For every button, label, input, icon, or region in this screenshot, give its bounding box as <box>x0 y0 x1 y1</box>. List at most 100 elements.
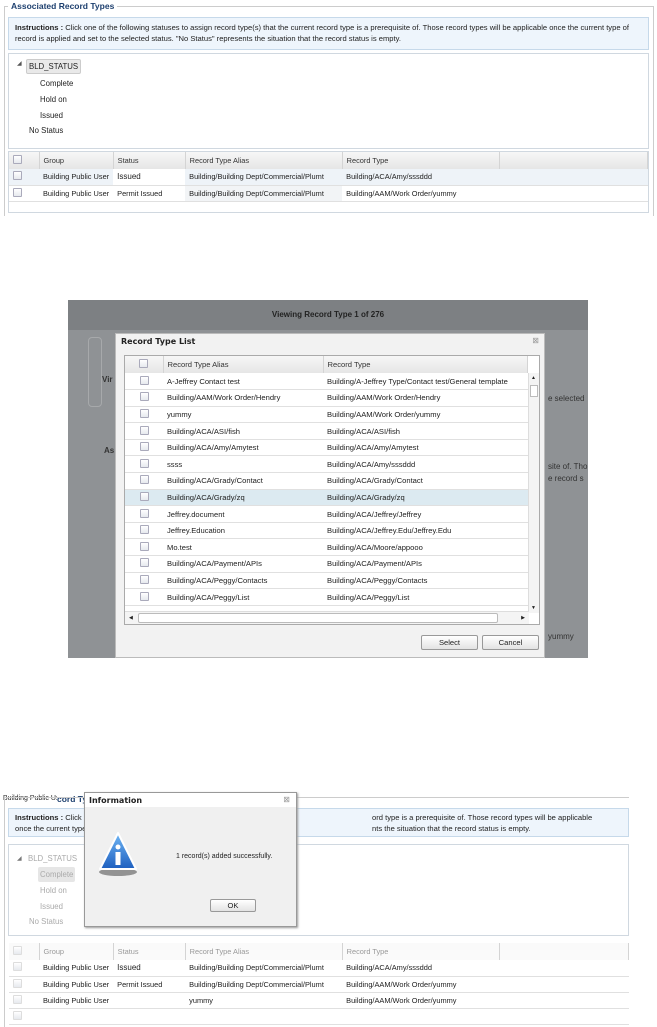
cell-type: Building/ACA/Amy/sssddd <box>323 455 528 474</box>
bg-text: Vir <box>102 375 113 384</box>
cell-type: Building/ACA/Peggy/Contacts <box>323 572 528 590</box>
tree-node-hold-on[interactable]: Hold on <box>40 886 67 895</box>
row-checkbox[interactable] <box>139 425 149 435</box>
select-all-checkbox[interactable] <box>13 946 22 955</box>
cell-status: Permit Issued <box>113 976 186 993</box>
cell-alias: Mo.test <box>163 538 323 557</box>
col-alias[interactable]: Record Type Alias <box>185 152 343 169</box>
scroll-up-icon[interactable]: ▲ <box>531 375 536 381</box>
table-row[interactable]: Building/AAM/Work Order/Hendry Building/A… <box>125 389 528 407</box>
tree-node-issued[interactable]: Issued <box>40 111 63 120</box>
tree-node-hold-on[interactable]: Hold on <box>40 95 67 104</box>
row-checkbox[interactable] <box>139 375 149 385</box>
table-row[interactable]: Building Public User Issued Building/Build… <box>9 960 629 977</box>
table-row[interactable]: Building/ACA/Payment/APIs Building/ACA/Pa… <box>125 555 528 573</box>
table-row[interactable]: Building/ACA/Grady/zq Building/ACA/Grady/… <box>125 489 528 507</box>
row-checkbox[interactable] <box>13 187 22 197</box>
tree-node-bld-status[interactable]: BLD_STATUS <box>26 59 82 74</box>
row-checkbox[interactable] <box>139 541 149 551</box>
close-icon[interactable]: ⊠ <box>532 336 539 345</box>
col-status[interactable]: Status <box>113 152 186 169</box>
table-row[interactable]: Jeffrey.document Building/ACA/Jeffrey/Jef… <box>125 505 528 523</box>
cell-status: Issued <box>113 169 186 186</box>
table-row[interactable] <box>9 1008 629 1025</box>
row-checkbox[interactable] <box>139 591 149 601</box>
row-checkbox[interactable] <box>139 475 149 485</box>
col-alias[interactable]: Record Type Alias <box>185 943 343 960</box>
select-all-checkbox[interactable] <box>13 155 22 164</box>
row-checkbox[interactable] <box>139 408 149 418</box>
col-type[interactable]: Record Type <box>342 943 500 960</box>
col-type[interactable]: Record Type <box>342 152 500 169</box>
row-checkbox[interactable] <box>139 558 149 568</box>
cell-type: Building/ACA/Amy/Amytest <box>323 439 528 457</box>
cell-group: Building Public User <box>39 992 114 1009</box>
select-all-checkbox[interactable] <box>139 359 149 368</box>
row-checkbox[interactable] <box>13 1010 22 1020</box>
row-checkbox[interactable] <box>139 574 149 584</box>
row-checkbox[interactable] <box>139 491 149 501</box>
instructions-box: Instructions : Click one of the followin… <box>8 17 649 50</box>
row-checkbox[interactable] <box>139 458 149 468</box>
tree-node-complete[interactable]: Complete <box>40 79 73 88</box>
cancel-button[interactable]: Cancel <box>482 635 539 650</box>
col-group[interactable]: Group <box>39 152 114 169</box>
table-row[interactable]: Building/ACA/Peggy/List Building/ACA/Pegg… <box>125 588 528 606</box>
table-row[interactable]: Building/ACA/Peggy/Contacts Building/ACA/… <box>125 572 528 590</box>
col-status[interactable]: Status <box>113 943 186 960</box>
scroll-thumb[interactable] <box>530 385 538 397</box>
scroll-down-icon[interactable]: ▼ <box>531 605 536 611</box>
tree-node-issued[interactable]: Issued <box>40 902 63 911</box>
scroll-left-icon[interactable]: ◀ <box>129 615 133 621</box>
bg-text: e record s <box>548 474 584 483</box>
cell-type: Building/ACA/Grady/zq <box>323 489 528 507</box>
table-row[interactable]: Mo.test Building/ACA/Moore/appooo <box>125 538 528 557</box>
table-row[interactable]: Building Public User Permit Issued Buildin… <box>9 185 648 202</box>
row-checkbox[interactable] <box>139 508 149 518</box>
col-type[interactable]: Record Type <box>323 356 528 373</box>
cell-alias: Building/Building Dept/Commercial/Plumt <box>185 185 343 202</box>
select-button[interactable]: Select <box>421 635 478 650</box>
cell-type: Building/ACA/Amy/sssddd <box>342 960 500 977</box>
col-group[interactable]: Group <box>39 943 114 960</box>
table-row[interactable]: Building/ACA/ASI/fish Building/ACA/ASI/fi… <box>125 422 528 440</box>
table-row[interactable]: Jeffrey.Education Building/ACA/Jeffrey.Ed… <box>125 522 528 540</box>
col-alias[interactable]: Record Type Alias <box>163 356 324 373</box>
cell-type: Building/ACA/Peggy/List <box>323 588 528 606</box>
vertical-scrollbar[interactable]: ▲ ▼ <box>528 373 539 613</box>
table-row[interactable]: yummy Building/AAM/Work Order/yummy <box>125 406 528 424</box>
instructions-text: Click one of the following statuses to a… <box>15 23 629 43</box>
close-icon[interactable]: ⊠ <box>283 795 290 804</box>
collapse-triangle-icon[interactable]: ◢ <box>17 60 22 67</box>
status-tree: ◢ BLD_STATUS Complete Hold on Issued No … <box>8 53 649 149</box>
tree-node-no-status[interactable]: No Status <box>29 917 63 926</box>
row-checkbox[interactable] <box>139 442 149 452</box>
row-checkbox[interactable] <box>13 962 22 972</box>
table-row[interactable]: Building/ACA/Amy/Amytest Building/ACA/Amy… <box>125 439 528 457</box>
cell-alias: Building/ACA/Peggy/List <box>163 588 323 606</box>
cell-alias: Building/ACA/Payment/APIs <box>163 555 323 573</box>
tree-node-complete[interactable]: Complete <box>38 867 76 882</box>
row-checkbox[interactable] <box>13 994 22 1004</box>
table-row[interactable]: A-Jeffrey Contact test Building/A-Jeffrey… <box>125 373 528 391</box>
cell-type: Building/ACA/Amy/sssddd <box>342 169 500 186</box>
scroll-right-icon[interactable]: ▶ <box>521 615 525 621</box>
scroll-thumb[interactable] <box>138 613 498 623</box>
row-checkbox[interactable] <box>13 978 22 988</box>
table-row[interactable]: ssss Building/ACA/Amy/sssddd <box>125 455 528 474</box>
row-checkbox[interactable] <box>13 171 22 181</box>
cell-status <box>113 992 186 1009</box>
table-row[interactable]: Building Public User yummy Building/AAM/Wo… <box>9 992 629 1009</box>
tree-node-no-status[interactable]: No Status <box>29 126 63 135</box>
info-message: 1 record(s) added successfully. <box>176 853 273 860</box>
table-row[interactable]: Building Public User Issued Building/Build… <box>9 169 648 186</box>
tree-node-bld-status[interactable]: BLD_STATUS <box>28 854 77 863</box>
table-row[interactable]: Building Public User Permit Issued Buildin… <box>9 976 629 993</box>
row-checkbox[interactable] <box>139 392 149 402</box>
table-row[interactable]: Building/ACA/Grady/Contact Building/ACA/G… <box>125 472 528 490</box>
horizontal-scrollbar[interactable]: ◀ ▶ <box>125 611 529 624</box>
row-checkbox[interactable] <box>139 525 149 535</box>
ok-button[interactable]: OK <box>210 899 256 912</box>
bg-box <box>88 337 102 407</box>
collapse-triangle-icon[interactable]: ◢ <box>17 855 22 862</box>
